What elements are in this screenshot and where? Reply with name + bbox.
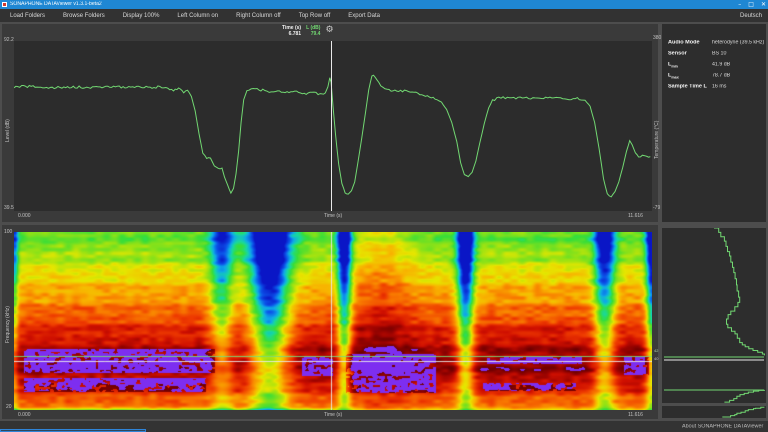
settings-gear-icon[interactable]: ⚙ [325,25,333,35]
menu-item-display-100-[interactable]: Display 100% [123,13,160,19]
menu-item-export-data[interactable]: Export Data [348,13,380,19]
info-row: Sensor BS 10 [668,51,764,62]
spectrum-mini-panel [662,406,766,418]
info-value: 78.7 dB [712,73,730,78]
info-row: Sample Time L 16 ms [668,84,764,95]
spectro-y-min: 20 [6,404,12,410]
info-row: Audio Mode heterodyne (39.5 kHz) [668,40,764,51]
level-plot[interactable] [14,41,652,211]
info-row: Lmin 41.9 dB [668,62,764,73]
info-value: heterodyne (39.5 kHz) [712,40,764,45]
freq-cursor-label-top: 42 [654,349,658,354]
cursor-level: L (dB) 79.4 [306,25,320,37]
info-value: 16 ms [712,84,726,89]
menu-bar: Load Folders Browse Folders Display 100% Le… [0,9,768,22]
spectro-x-axis-label: Time (s) [324,412,342,418]
info-label: Lmax [668,73,679,80]
level-y-axis-label: Level (dB) [5,119,11,142]
window-title: SONAPHONE DATAViewer v1.3.1-beta2 [10,1,102,9]
menu-item-load-folders[interactable]: Load Folders [10,13,45,19]
spectrum-mini-chart [662,406,766,418]
spectro-x-min: 0.000 [18,412,31,418]
temp-axis-top: 380 [653,35,661,41]
about-link[interactable]: About SONAPHONE DATAViewer [682,424,763,429]
menu-item-top-row-off[interactable]: Top Row off [299,13,331,19]
minimize-icon[interactable]: – [738,0,741,9]
cursor-readout: Time (s) 6.781 L (dB) 79.4 ⚙ [282,25,334,37]
spectrum-panel[interactable] [662,228,766,403]
spectrogram-panel: 100 20 Frequency (kHz) 0.000 Time (s) 11… [2,225,658,419]
language-toggle[interactable]: Deutsch [740,13,762,19]
maximize-icon[interactable]: □ [748,0,754,9]
cursor-level-value: 79.4 [311,31,321,37]
temp-axis-label: Temperature (°C) [654,121,660,159]
info-row: Lmax 78.7 dB [668,73,764,84]
menu-item-left-column-on[interactable]: Left Column on [177,13,218,19]
info-label: Sample Time L [668,84,707,90]
cursor-time-value: 6.781 [289,31,302,37]
title-bar: SONAPHONE DATAViewer v1.3.1-beta2 – □ ✕ [0,0,768,9]
cursor-time: Time (s) 6.781 [282,25,301,37]
level-x-max: 11.616 [628,213,643,219]
menu-item-right-column-off[interactable]: Right Column off [236,13,281,19]
level-cursor-line[interactable] [331,41,332,211]
freq-cursor-label-bottom: 40 [654,357,658,362]
close-icon[interactable]: ✕ [761,0,766,9]
menu-item-browse-folders[interactable]: Browse Folders [63,13,105,19]
info-value: BS 10 [712,51,726,56]
level-line-chart [14,41,652,211]
app-icon [2,2,7,7]
spectrogram-plot[interactable] [14,232,652,410]
temp-axis-bottom: -79 [653,205,660,211]
level-y-min: 39.5 [4,205,14,211]
spectro-y-max: 100 [4,229,12,235]
info-label: Sensor [668,51,687,57]
info-label: Lmin [668,62,678,69]
level-x-axis-label: Time (s) [324,213,342,219]
spectrogram-canvas [14,232,652,410]
spectro-y-axis-label: Frequency (kHz) [5,306,11,343]
info-value: 41.9 dB [712,62,730,67]
measurement-info-panel: Audio Mode heterodyne (39.5 kHz) Sensor BS … [662,24,766,222]
window-controls: – □ ✕ [738,0,766,9]
info-rows: Audio Mode heterodyne (39.5 kHz) Sensor BS … [668,40,764,95]
spectrum-chart [662,228,766,403]
level-y-max: 92.2 [4,37,14,43]
spectro-x-max: 11.616 [628,412,643,418]
info-label: Audio Mode [668,40,700,46]
level-x-min: 0.000 [18,213,31,219]
level-chart-panel: Time (s) 6.781 L (dB) 79.4 ⚙ 92.2 39.5 L… [2,24,658,222]
